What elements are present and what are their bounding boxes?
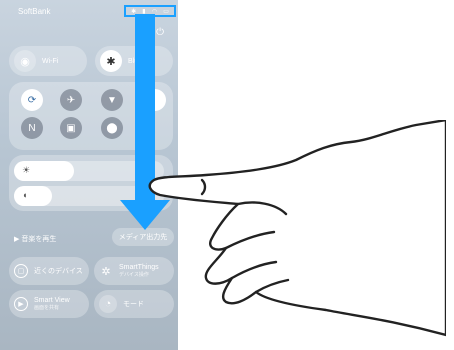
- wifi-toggle[interactable]: ◉ Wi-Fi: [9, 46, 87, 76]
- volume-fill: [14, 186, 52, 206]
- power-icon[interactable]: ⏻: [156, 27, 164, 38]
- carrier-label: SoftBank: [18, 7, 51, 16]
- mode-label: モード: [123, 301, 144, 308]
- smartthings-icon: ✲: [101, 265, 111, 278]
- media-play[interactable]: ▶ 音楽を再生: [14, 234, 56, 244]
- sync-icon[interactable]: ⟳: [21, 89, 43, 111]
- location-icon[interactable]: ⬤: [101, 117, 123, 139]
- smart-view-tile[interactable]: ▶ Smart View 画面を共有: [9, 290, 89, 318]
- lock-icon[interactable]: ▣: [60, 117, 82, 139]
- wifi-icon: ◉: [14, 50, 36, 72]
- play-label: 音楽を再生: [21, 236, 57, 243]
- battery-icon: ▭: [163, 8, 169, 15]
- smart-view-icon: ▶: [14, 297, 28, 311]
- nearby-devices-label: 近くのデバイス: [34, 268, 83, 275]
- nfc-icon[interactable]: N: [21, 117, 43, 139]
- bluetooth-toggle[interactable]: ✱ Bluetoo: [95, 46, 173, 76]
- mode-icon: ◔: [99, 295, 117, 313]
- nearby-devices-icon: ▢: [14, 264, 28, 278]
- nearby-devices-tile[interactable]: ▢ 近くのデバイス: [9, 257, 89, 285]
- smart-view-title: Smart View: [34, 297, 70, 304]
- flashlight-icon[interactable]: ▼: [101, 89, 123, 111]
- brightness-icon: ☀: [22, 165, 31, 175]
- pointing-hand-illustration: [148, 120, 446, 337]
- volume-icon: ◖: [22, 190, 28, 200]
- wifi-label: Wi-Fi: [42, 57, 59, 65]
- smart-view-sub: 画面を共有: [34, 305, 60, 311]
- airplane-icon[interactable]: ✈: [60, 89, 82, 111]
- bluetooth-icon: ✱: [100, 50, 122, 72]
